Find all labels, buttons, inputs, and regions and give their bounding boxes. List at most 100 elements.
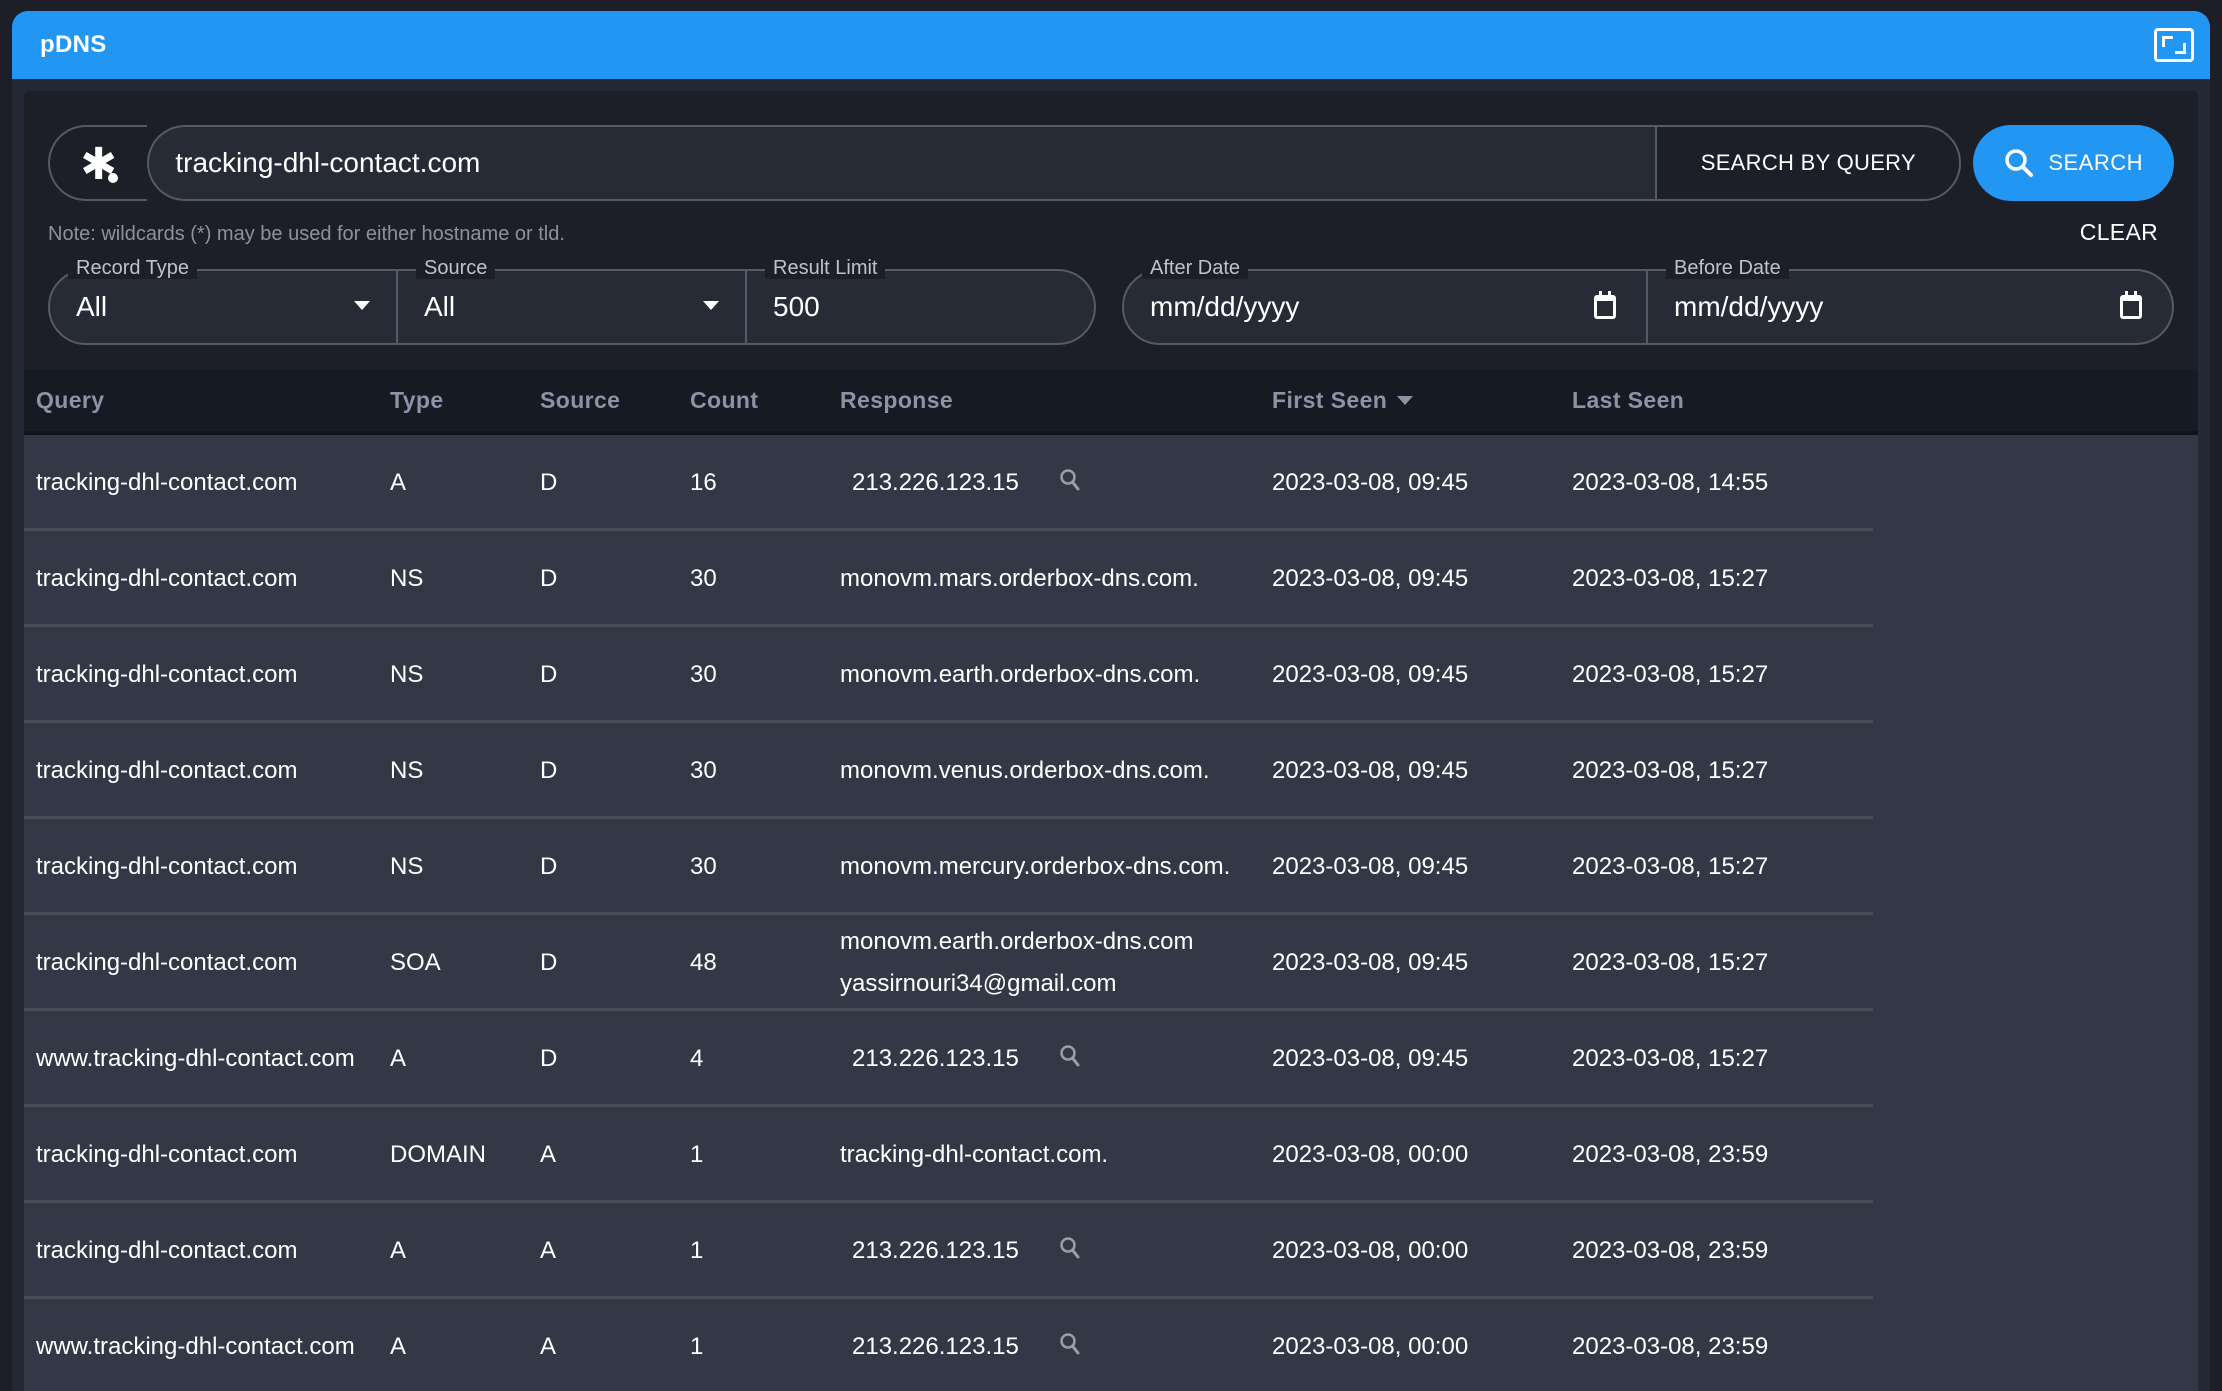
cell-type: A [390,469,407,496]
source-select[interactable]: Source All [398,257,747,345]
table-row[interactable]: tracking-dhl-contact.com A D 16 213.226.… [24,435,2198,531]
cell-source: D [540,565,558,592]
caret-down-icon [354,301,370,310]
cell-response: 213.226.123.15 [840,1236,1272,1267]
header-response[interactable]: Response [840,387,1272,414]
header-type[interactable]: Type [390,387,540,414]
cell-type: A [390,1237,407,1264]
table-row[interactable]: tracking-dhl-contact.com NS D 30 monovm.… [24,723,2198,819]
table-row[interactable]: tracking-dhl-contact.com NS D 30 monovm.… [24,819,2198,915]
after-date-input[interactable]: After Date mm/dd/yyyy [1122,257,1648,345]
response-ip: 213.226.123.15 [852,1333,1019,1360]
table-row[interactable]: www.tracking-dhl-contact.com A A 1 213.2… [24,1299,2198,1391]
cell-query: tracking-dhl-contact.com [36,661,298,688]
cell-first-seen: 2023-03-08, 09:45 [1272,1045,1469,1072]
header-source[interactable]: Source [540,387,690,414]
wildcard-note: Note: wildcards (*) may be used for eith… [48,223,565,245]
cell-count: 30 [690,661,717,688]
response-ip: 213.226.123.15 [852,1045,1019,1072]
search-button[interactable]: SEARCH [1973,125,2174,201]
cell-last-seen: 2023-03-08, 23:59 [1572,1237,1769,1264]
cell-type: A [390,1045,407,1072]
calendar-icon[interactable] [1594,291,1616,319]
wildcard-toggle-button[interactable]: ✱ [48,125,148,201]
cell-first-seen: 2023-03-08, 09:45 [1272,949,1469,976]
clear-button[interactable]: CLEAR [2080,219,2158,246]
cell-first-seen: 2023-03-08, 09:45 [1272,853,1469,880]
cell-last-seen: 2023-03-08, 15:27 [1572,853,1769,880]
dot-icon [108,173,118,183]
table-row[interactable]: tracking-dhl-contact.com DOMAIN A 1 trac… [24,1107,2198,1203]
table-row[interactable]: tracking-dhl-contact.com A A 1 213.226.1… [24,1203,2198,1299]
response-line: monovm.earth.orderbox-dns.com [840,928,1194,955]
cell-source: D [540,661,558,688]
header-first-seen[interactable]: First Seen [1272,387,1572,414]
cell-count: 30 [690,757,717,784]
result-limit-input[interactable]: Result Limit 500 [747,257,1096,345]
cell-response: 213.226.123.15 [840,1044,1272,1075]
cell-first-seen: 2023-03-08, 09:45 [1272,565,1469,592]
cell-first-seen: 2023-03-08, 09:45 [1272,661,1469,688]
record-type-value: All [76,291,108,322]
before-date-input[interactable]: Before Date mm/dd/yyyy [1648,257,2174,345]
header-count[interactable]: Count [690,387,840,414]
cell-last-seen: 2023-03-08, 23:59 [1572,1141,1769,1168]
sort-descending-icon [1397,395,1414,405]
table-row[interactable]: tracking-dhl-contact.com SOA D 48 monovm… [24,915,2198,1011]
response-line: monovm.earth.orderbox-dns.com. [840,661,1201,688]
query-input[interactable] [175,147,1656,179]
cell-response: tracking-dhl-contact.com. [840,1141,1272,1169]
cell-response: 213.226.123.15 [840,1332,1272,1363]
result-limit-value: 500 [773,291,820,322]
table-row[interactable]: www.tracking-dhl-contact.com A D 4 213.2… [24,1011,2198,1107]
cell-type: A [390,1333,407,1360]
lookup-search-icon[interactable] [1059,1236,1081,1267]
response-line: monovm.mars.orderbox-dns.com. [840,565,1199,592]
cell-query: www.tracking-dhl-contact.com [36,1045,355,1072]
search-by-query-button[interactable]: SEARCH BY QUERY [1655,125,1962,201]
search-icon [2005,149,2034,177]
lookup-search-icon[interactable] [1059,1332,1081,1363]
window-title: pDNS [40,31,107,58]
header-label: Last Seen [1572,386,1685,413]
cell-first-seen: 2023-03-08, 09:45 [1272,757,1469,784]
search-panel: ✱ SEARCH BY QUERY SEARCH Note: wildcards… [24,91,2198,1391]
cell-source: D [540,757,558,784]
cell-count: 1 [690,1141,704,1168]
response-line: yassirnouri34@gmail.com [840,970,1117,997]
header-query[interactable]: Query [24,387,390,414]
fullscreen-icon[interactable] [2154,28,2194,62]
lookup-search-icon[interactable] [1059,1044,1081,1075]
filter-row: Record Type All Source All Result Limit … [48,257,2174,345]
table-row[interactable]: tracking-dhl-contact.com NS D 30 monovm.… [24,627,2198,723]
cell-count: 4 [690,1045,704,1072]
record-type-select[interactable]: Record Type All [48,257,398,345]
pdns-window: pDNS ✱ SEARCH BY QUERY SEARCH Note: wild… [12,11,2210,1391]
header-label: Count [690,386,759,413]
response-line: monovm.venus.orderbox-dns.com. [840,757,1210,784]
source-value: All [424,291,456,322]
cell-source: D [540,853,558,880]
cell-response: monovm.mars.orderbox-dns.com. [840,565,1272,593]
cell-source: D [540,469,558,496]
cell-count: 16 [690,469,717,496]
cell-count: 30 [690,853,717,880]
calendar-icon[interactable] [2120,291,2142,319]
source-label: Source [416,257,496,279]
cell-first-seen: 2023-03-08, 09:45 [1272,469,1469,496]
table-row[interactable]: tracking-dhl-contact.com NS D 30 monovm.… [24,531,2198,627]
cell-type: DOMAIN [390,1141,486,1168]
cell-query: tracking-dhl-contact.com [36,949,298,976]
cell-last-seen: 2023-03-08, 15:27 [1572,565,1769,592]
search-row: ✱ SEARCH BY QUERY SEARCH [48,125,2174,201]
header-last-seen[interactable]: Last Seen [1572,387,1872,414]
table-header: Query Type Source Count Response First S… [24,369,2198,435]
cell-last-seen: 2023-03-08, 15:27 [1572,1045,1769,1072]
query-field[interactable] [147,125,1656,201]
cell-type: NS [390,853,424,880]
lookup-search-icon[interactable] [1059,468,1081,499]
cell-type: NS [390,661,424,688]
cell-last-seen: 2023-03-08, 14:55 [1572,469,1769,496]
header-label: Query [36,386,105,413]
cell-count: 1 [690,1237,704,1264]
